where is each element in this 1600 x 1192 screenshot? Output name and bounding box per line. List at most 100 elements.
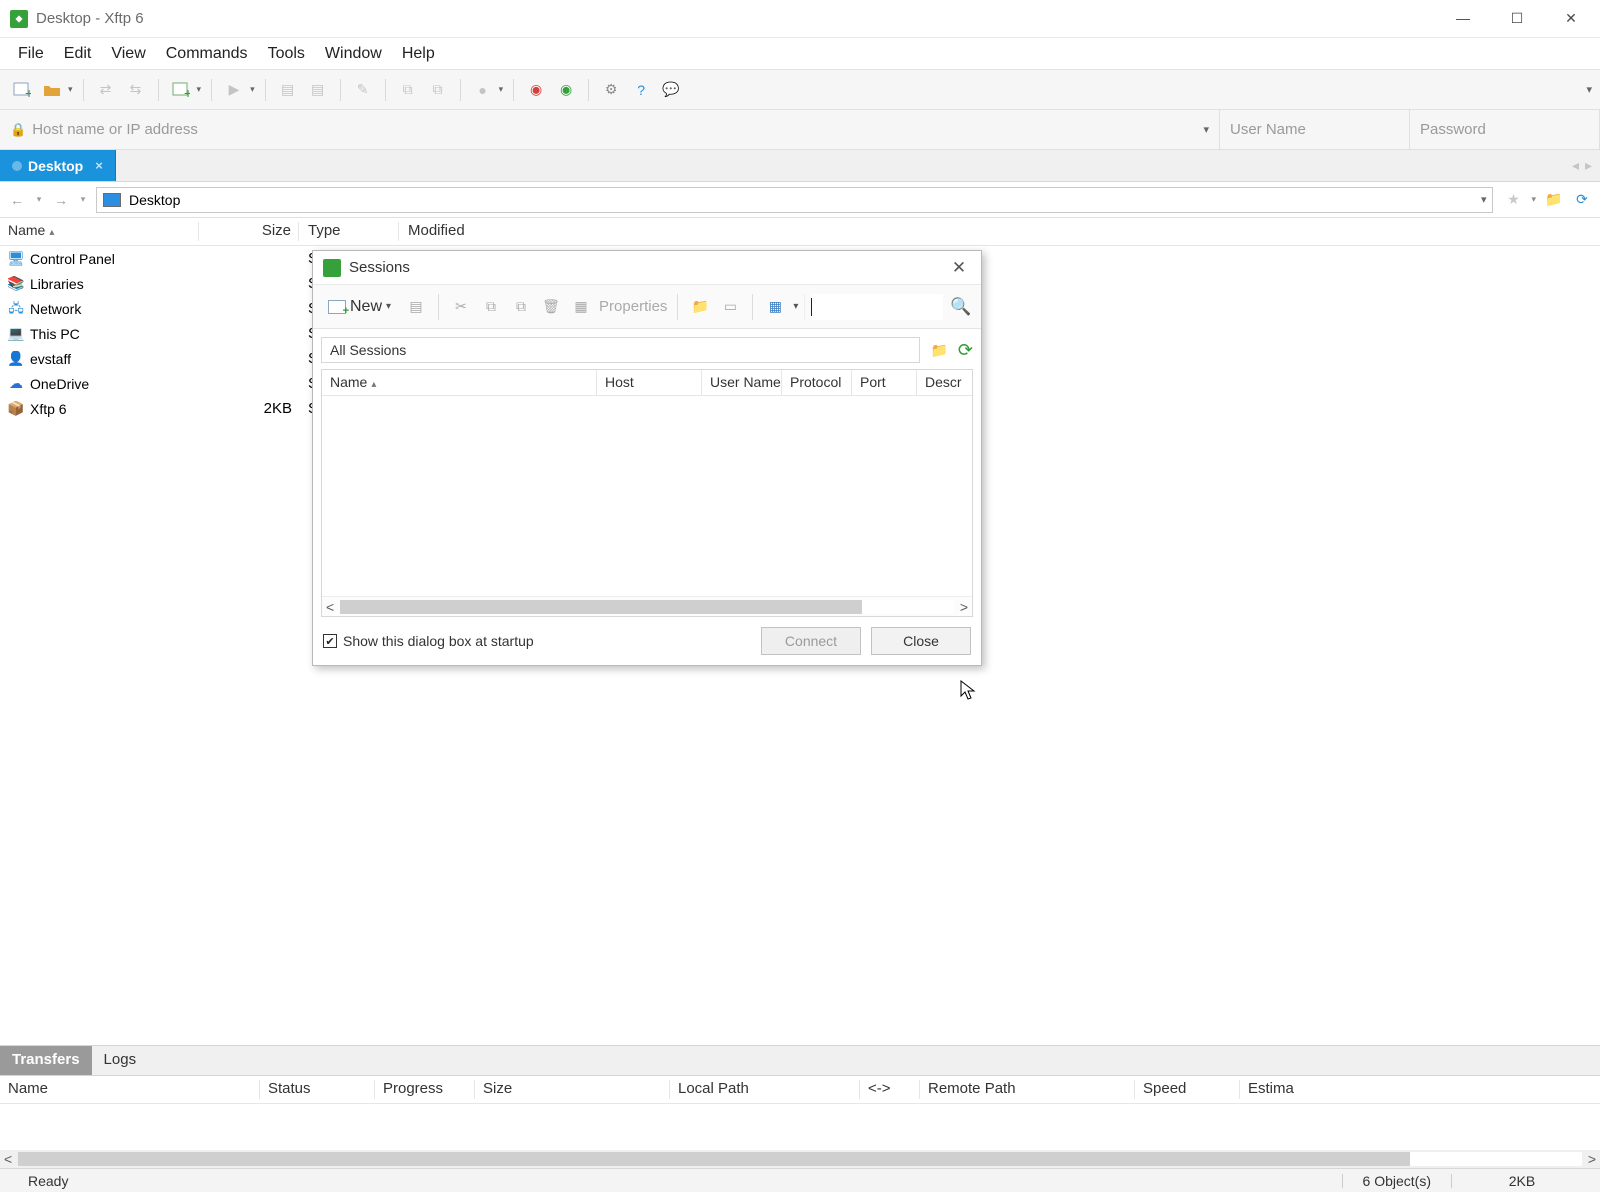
dialog-close-button[interactable]: ✕ [947,258,971,278]
swirl-green-icon[interactable]: ◉ [554,78,578,102]
chat-icon[interactable]: 💬 [659,78,683,102]
scroll-left-icon[interactable]: < [326,599,334,615]
nav-back[interactable]: ← [8,192,26,208]
transfers-panel: Transfers Logs Name Status Progress Size… [0,1045,1600,1168]
menu-tools[interactable]: Tools [268,45,305,63]
app-icon [10,10,28,28]
scol-user[interactable]: User Name [702,370,782,395]
nav-forward[interactable]: → [52,192,70,208]
tab-logs[interactable]: Logs [92,1046,149,1075]
dialog-title: Sessions [349,259,410,276]
open-folder-icon[interactable] [40,78,64,102]
tcol-size[interactable]: Size [475,1076,670,1103]
toolbar-overflow[interactable]: ▾ [1586,83,1592,96]
menu-file[interactable]: File [18,45,44,63]
path-input-box[interactable]: Desktop ▾ [96,187,1493,213]
file-size: 2KB [200,400,300,417]
tcol-progress[interactable]: Progress [375,1076,475,1103]
status-bar: Ready 6 Object(s) 2KB [0,1168,1600,1192]
new-folder-icon[interactable]: 📁 [1544,191,1564,208]
tcol-direction[interactable]: <-> [860,1076,920,1103]
new-doc-icon [328,300,346,314]
search-input[interactable] [812,294,943,320]
sessions-hscroll[interactable]: < > [322,596,972,616]
password-input[interactable] [1420,110,1589,149]
scol-protocol[interactable]: Protocol [782,370,852,395]
edit-icon: ✎ [351,78,375,102]
col-type[interactable]: Type [300,218,400,245]
file-name: Libraries [30,276,84,292]
menu-help[interactable]: Help [402,45,435,63]
col-modified[interactable]: Modified [400,218,600,245]
scol-description[interactable]: Descr [917,370,972,395]
nav-back-dropdown[interactable]: ▾ [30,194,48,205]
new-session-button[interactable]: New ▾ [321,292,398,322]
circle-icon: ● [471,78,495,102]
session-folder-icon[interactable]: 📁 [930,342,947,359]
menu-window[interactable]: Window [325,45,382,63]
menu-view[interactable]: View [111,45,145,63]
show-at-startup-checkbox[interactable]: ✔ Show this dialog box at startup [323,633,534,649]
scol-host[interactable]: Host [597,370,702,395]
scroll-left-icon[interactable]: < [4,1151,12,1167]
close-button[interactable]: Close [871,627,971,655]
host-input[interactable] [32,110,1209,149]
svg-text:+: + [184,85,190,98]
tcol-name[interactable]: Name [0,1076,260,1103]
close-window-button[interactable]: ✕ [1558,10,1584,27]
session-search[interactable] [804,294,943,320]
menu-edit[interactable]: Edit [64,45,92,63]
tab-scroll-left[interactable]: ◂ [1572,157,1579,174]
new-dropdown[interactable]: ▾ [386,301,391,312]
scol-name[interactable]: Name▴ [322,370,597,395]
paste-icon: ⧉ [426,78,450,102]
tab-desktop[interactable]: Desktop × [0,150,116,181]
col-name[interactable]: Name▴ [0,218,200,245]
status-objects: 6 Object(s) [1343,1173,1451,1189]
scroll-right-icon[interactable]: > [960,599,968,615]
link-icon: ⇄ [94,78,118,102]
refresh-icon[interactable]: ⟳ [1572,191,1592,208]
properties-icon: ▦ [569,295,593,319]
open-dropdown[interactable]: ▾ [68,84,73,95]
maximize-button[interactable]: ☐ [1504,10,1530,27]
menu-commands[interactable]: Commands [166,45,248,63]
tcol-status[interactable]: Status [260,1076,375,1103]
scroll-right-icon[interactable]: > [1588,1151,1596,1167]
new-terminal-icon[interactable]: + [169,78,193,102]
monitor-icon [103,193,121,207]
search-icon[interactable]: 🔍 [949,297,973,317]
username-input[interactable] [1230,110,1399,149]
settings-icon[interactable]: ⚙ [599,78,623,102]
tcol-estimated[interactable]: Estima [1240,1076,1600,1103]
folder-icon[interactable]: 📁 [688,295,712,319]
doc2-icon: ▤ [306,78,330,102]
col-size[interactable]: Size [200,218,300,245]
path-dropdown[interactable]: ▾ [1481,193,1487,206]
main-toolbar: + ▾ ⇄ ⇆ +▾ ▶▾ ▤ ▤ ✎ ⧉ ⧉ ●▾ ◉ ◉ ⚙ ? 💬 ▾ [0,70,1600,110]
view-mode-icon[interactable]: ▦ [763,295,787,319]
unlink-icon: ⇆ [124,78,148,102]
tcol-speed[interactable]: Speed [1135,1076,1240,1103]
minimize-button[interactable]: ― [1450,10,1476,27]
new-session-icon[interactable]: + [10,78,34,102]
tcol-localpath[interactable]: Local Path [670,1076,860,1103]
host-dropdown[interactable]: ▾ [1203,123,1209,136]
paste2-icon: ⧉ [509,295,533,319]
session-refresh-icon[interactable]: ⟳ [958,340,973,361]
session-breadcrumb[interactable]: All Sessions [321,337,920,363]
nav-forward-dropdown[interactable]: ▾ [74,194,92,205]
view-mode-dropdown[interactable]: ▾ [793,301,798,312]
tcol-remotepath[interactable]: Remote Path [920,1076,1135,1103]
tab-scroll-right[interactable]: ▸ [1585,157,1592,174]
help-icon[interactable]: ? [629,78,653,102]
connect-button[interactable]: Connect [761,627,861,655]
transfer-hscroll[interactable]: < > [0,1150,1600,1168]
tab-transfers[interactable]: Transfers [0,1046,92,1075]
dialog-app-icon [323,259,341,277]
tab-close-icon[interactable]: × [95,158,103,173]
scol-port[interactable]: Port [852,370,917,395]
swirl-red-icon[interactable]: ◉ [524,78,548,102]
favorite-icon[interactable]: ★ [1503,191,1523,208]
new-terminal-dropdown[interactable]: ▾ [197,84,202,95]
